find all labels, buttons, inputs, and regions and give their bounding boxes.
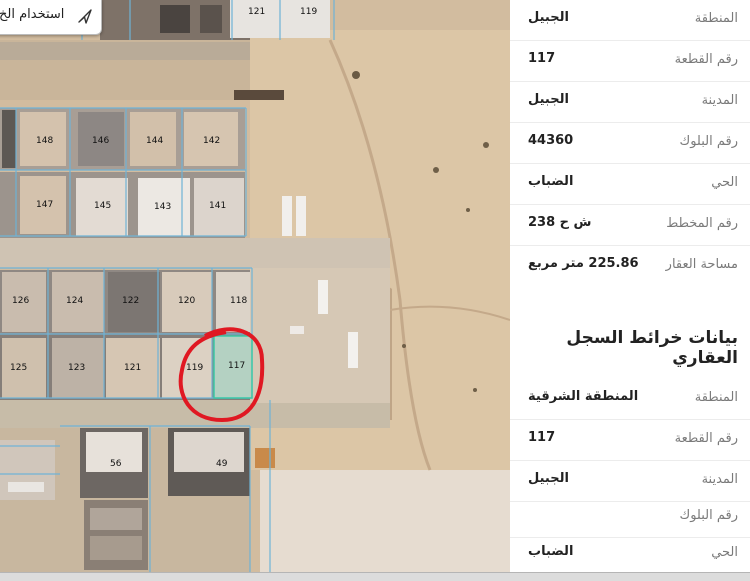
info-row-city: المدينة الجبيل: [510, 82, 750, 123]
info-value: الجبيل: [528, 92, 569, 107]
plot-label: 144: [146, 136, 163, 146]
plot-label: 147: [36, 200, 53, 210]
info-label: رقم القطعة: [674, 431, 738, 446]
plot-label: 121: [248, 7, 265, 17]
info-label: المدينة: [701, 472, 738, 487]
plot-label: 121: [124, 363, 141, 373]
info-row-block-number: رقم البلوك 44360: [510, 123, 750, 164]
info-value: الجبيل: [528, 10, 569, 25]
info-label: مساحة العقار: [665, 257, 738, 272]
property-info-panel: المنطقة الجبيل رقم القطعة 117 المدينة ال…: [510, 0, 750, 572]
info-value: 44360: [528, 133, 574, 148]
info-value: 117: [528, 430, 556, 445]
info-row-region: المنطقة الجبيل: [510, 0, 750, 41]
info-label: الحي: [711, 175, 738, 190]
info-value: ش ح 238: [528, 215, 592, 230]
info-label: المنطقة: [694, 11, 738, 26]
plot-label: 146: [92, 136, 109, 146]
info-row-plot-number: رقم القطعة 117: [510, 420, 750, 461]
plot-label: 125: [10, 363, 27, 373]
plot-label: 124: [66, 296, 83, 306]
info-label: رقم البلوك: [679, 508, 738, 523]
plot-label: 142: [203, 136, 220, 146]
plot-label: 123: [68, 363, 85, 373]
info-value: الضباب: [528, 174, 574, 189]
info-row-block-number: رقم البلوك: [510, 497, 750, 538]
navigation-arrow-icon: [78, 9, 92, 24]
plot-label: 145: [94, 201, 111, 211]
plot-label: 120: [178, 296, 195, 306]
info-label: رقم القطعة: [674, 52, 738, 67]
info-value: 117: [528, 51, 556, 66]
section-title: بيانات خرائط السجل العقاري: [566, 328, 738, 368]
plot-label: 126: [12, 296, 29, 306]
info-row-region: المنطقة المنطقة الشرقية: [510, 379, 750, 420]
plot-label: 49: [216, 459, 228, 469]
info-row-plot-number: رقم القطعة 117: [510, 41, 750, 82]
info-value: المنطقة الشرقية: [528, 389, 639, 404]
info-value: الضباب: [528, 544, 574, 559]
plot-label: 143: [154, 202, 171, 212]
plot-label: 118: [230, 296, 247, 306]
info-row-area: مساحة العقار 225.86 متر مربع: [510, 246, 750, 286]
plot-label: 119: [186, 363, 203, 373]
info-label: المدينة: [701, 93, 738, 108]
info-label: الحي: [711, 545, 738, 560]
plot-label: 148: [36, 136, 53, 146]
plot-label: 56: [110, 459, 122, 469]
info-row-district: الحي الضباب: [510, 164, 750, 205]
info-value: 225.86 متر مربع: [528, 256, 639, 271]
plot-label: 119: [300, 7, 317, 17]
info-value: الجبيل: [528, 471, 569, 486]
map-imagery: 148 146 144 142 147 145 143 141 126 124 …: [0, 0, 510, 580]
info-row-city: المدينة الجبيل: [510, 461, 750, 502]
plot-label: 122: [122, 296, 139, 306]
info-label: رقم المخطط: [666, 216, 738, 231]
plot-label: 141: [209, 201, 226, 211]
info-row-district: الحي الضباب: [510, 534, 750, 574]
use-location-label: استخدام الخ: [0, 7, 65, 22]
info-label: رقم البلوك: [679, 134, 738, 149]
use-location-button[interactable]: استخدام الخ: [0, 0, 102, 35]
info-row-plan-number: رقم المخطط ش ح 238: [510, 205, 750, 246]
plot-label: 117: [228, 361, 245, 371]
info-label: المنطقة: [694, 390, 738, 405]
satellite-map[interactable]: 148 146 144 142 147 145 143 141 126 124 …: [0, 0, 510, 580]
